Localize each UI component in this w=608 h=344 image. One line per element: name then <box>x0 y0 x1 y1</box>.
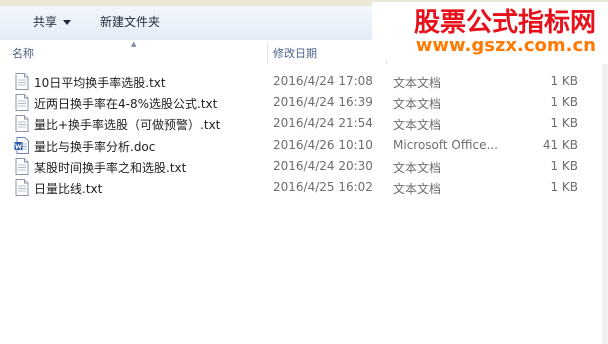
file-row[interactable]: 量比+换手率选股（可做预警）.txt 2016/4/24 21:54 文本文档 1 K… <box>0 113 608 134</box>
file-date: 2016/4/24 20:30 <box>273 158 373 173</box>
share-button[interactable]: 共享 <box>33 14 72 30</box>
file-name: 某股时间换手率之和选股.txt <box>34 160 187 175</box>
file-size: 1 KB <box>550 180 578 194</box>
chevron-down-icon <box>63 20 72 25</box>
file-date: 2016/4/25 16:02 <box>273 180 373 194</box>
file-size: 41 KB <box>542 137 578 152</box>
text-file-icon <box>14 157 30 175</box>
file-name: 量比+换手率选股（可做预警）.txt <box>34 118 221 133</box>
text-file-icon <box>14 73 30 90</box>
file-type: 文本文档 <box>393 76 442 90</box>
file-size: 1 KB <box>550 158 578 173</box>
file-size: 1 KB <box>550 74 578 88</box>
sort-up-icon: ▲ <box>131 40 137 48</box>
text-file-icon <box>14 179 30 196</box>
file-type: 文本文档 <box>393 160 442 175</box>
file-row[interactable]: 日量比线.txt 2016/4/25 16:02 文本文档 1 KB <box>0 177 608 198</box>
watermark-url: www.gszx.com.cn <box>415 35 596 56</box>
file-date: 2016/4/24 21:54 <box>273 116 373 131</box>
file-row[interactable]: 量比与换手率分析.doc 2016/4/26 10:10 Microsoft Off… <box>0 135 608 156</box>
file-row[interactable]: 近两日换手率在4-8%选股公式.txt 2016/4/24 16:39 文本文档 1 … <box>0 92 608 113</box>
file-date: 2016/4/24 16:39 <box>273 95 373 110</box>
text-file-icon <box>14 115 30 133</box>
share-label: 共享 <box>33 15 58 29</box>
word-doc-icon <box>14 136 30 154</box>
file-name: 量比与换手率分析.doc <box>34 139 156 154</box>
file-size: 1 KB <box>550 95 578 110</box>
file-row[interactable]: 10日平均换手率选股.txt 2016/4/24 17:08 文本文档 1 KB <box>0 71 608 92</box>
watermark-logo: 股票公式指标网 www.gszx.com.cn <box>372 2 608 60</box>
file-type: 文本文档 <box>393 118 442 133</box>
column-date-header[interactable]: 修改日期 <box>273 45 317 61</box>
file-type: 文本文档 <box>393 182 442 196</box>
file-date: 2016/4/26 10:10 <box>273 137 373 152</box>
watermark-title: 股票公式指标网 <box>413 8 596 38</box>
column-name-header[interactable]: 名称 <box>12 45 34 61</box>
file-size: 1 KB <box>550 116 578 131</box>
file-type: Microsoft Office... <box>393 137 498 152</box>
scrollbar-track[interactable] <box>602 64 608 344</box>
file-date: 2016/4/24 17:08 <box>273 74 373 88</box>
file-name: 近两日换手率在4-8%选股公式.txt <box>34 97 218 112</box>
file-type: 文本文档 <box>393 97 442 112</box>
new-folder-button[interactable]: 新建文件夹 <box>100 14 160 30</box>
file-name: 日量比线.txt <box>34 182 103 196</box>
text-file-icon <box>14 94 30 112</box>
column-divider[interactable] <box>267 42 268 64</box>
file-row[interactable]: 某股时间换手率之和选股.txt 2016/4/24 20:30 文本文档 1 KB <box>0 156 608 177</box>
file-name: 10日平均换手率选股.txt <box>34 76 166 90</box>
